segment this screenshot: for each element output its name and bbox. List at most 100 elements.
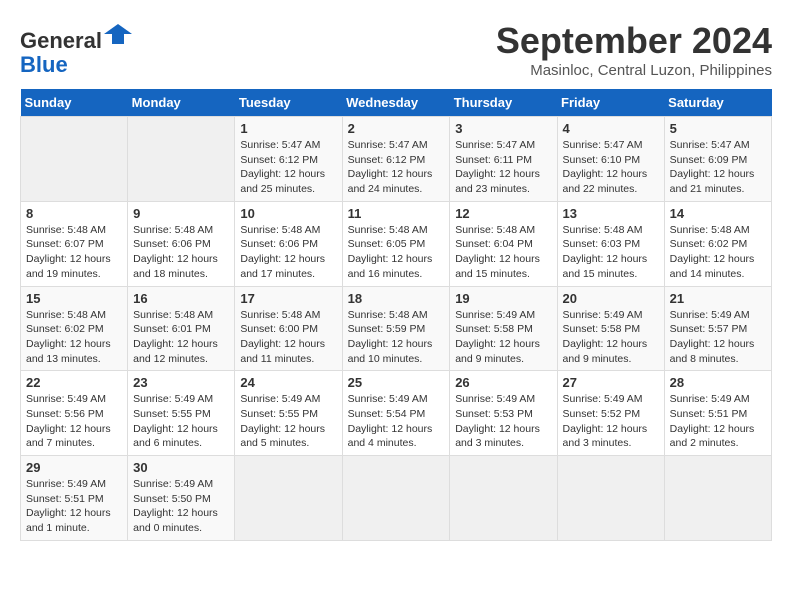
day-number: 23 <box>133 375 229 390</box>
day-detail: Sunrise: 5:49 AMSunset: 5:55 PMDaylight:… <box>133 393 218 449</box>
calendar-week-row: 22 Sunrise: 5:49 AMSunset: 5:56 PMDaylig… <box>21 371 772 456</box>
day-detail: Sunrise: 5:48 AMSunset: 6:03 PMDaylight:… <box>563 224 648 280</box>
weekday-header: Wednesday <box>342 89 450 117</box>
month-title: September 2024 <box>496 20 772 62</box>
table-row: 13 Sunrise: 5:48 AMSunset: 6:03 PMDaylig… <box>557 201 664 286</box>
table-row: 27 Sunrise: 5:49 AMSunset: 5:52 PMDaylig… <box>557 371 664 456</box>
day-detail: Sunrise: 5:48 AMSunset: 6:02 PMDaylight:… <box>670 224 755 280</box>
page-header: General Blue September 2024 Masinloc, Ce… <box>20 20 772 79</box>
day-detail: Sunrise: 5:49 AMSunset: 5:51 PMDaylight:… <box>670 393 755 449</box>
day-number: 5 <box>670 121 766 136</box>
day-number: 10 <box>240 206 336 221</box>
day-detail: Sunrise: 5:47 AMSunset: 6:10 PMDaylight:… <box>563 139 648 195</box>
day-detail: Sunrise: 5:47 AMSunset: 6:12 PMDaylight:… <box>348 139 433 195</box>
table-row: 23 Sunrise: 5:49 AMSunset: 5:55 PMDaylig… <box>128 371 235 456</box>
day-number: 26 <box>455 375 551 390</box>
day-detail: Sunrise: 5:49 AMSunset: 5:55 PMDaylight:… <box>240 393 325 449</box>
day-detail: Sunrise: 5:48 AMSunset: 6:07 PMDaylight:… <box>26 224 111 280</box>
table-row: 15 Sunrise: 5:48 AMSunset: 6:02 PMDaylig… <box>21 286 128 371</box>
weekday-header: Sunday <box>21 89 128 117</box>
day-detail: Sunrise: 5:49 AMSunset: 5:56 PMDaylight:… <box>26 393 111 449</box>
weekday-header: Saturday <box>664 89 771 117</box>
table-row: 4 Sunrise: 5:47 AMSunset: 6:10 PMDayligh… <box>557 117 664 202</box>
day-number: 16 <box>133 291 229 306</box>
logo-bird-icon <box>104 20 132 48</box>
day-detail: Sunrise: 5:48 AMSunset: 6:05 PMDaylight:… <box>348 224 433 280</box>
day-number: 4 <box>563 121 659 136</box>
calendar-table: SundayMondayTuesdayWednesdayThursdayFrid… <box>20 89 772 541</box>
day-number: 19 <box>455 291 551 306</box>
day-detail: Sunrise: 5:49 AMSunset: 5:58 PMDaylight:… <box>455 309 540 365</box>
day-detail: Sunrise: 5:47 AMSunset: 6:12 PMDaylight:… <box>240 139 325 195</box>
calendar-week-row: 1 Sunrise: 5:47 AMSunset: 6:12 PMDayligh… <box>21 117 772 202</box>
day-number: 2 <box>348 121 445 136</box>
calendar-week-row: 29 Sunrise: 5:49 AMSunset: 5:51 PMDaylig… <box>21 456 772 541</box>
day-number: 3 <box>455 121 551 136</box>
day-number: 27 <box>563 375 659 390</box>
table-row: 25 Sunrise: 5:49 AMSunset: 5:54 PMDaylig… <box>342 371 450 456</box>
day-number: 11 <box>348 206 445 221</box>
day-number: 17 <box>240 291 336 306</box>
day-number: 21 <box>670 291 766 306</box>
day-number: 18 <box>348 291 445 306</box>
table-row: 1 Sunrise: 5:47 AMSunset: 6:12 PMDayligh… <box>235 117 342 202</box>
table-row: 14 Sunrise: 5:48 AMSunset: 6:02 PMDaylig… <box>664 201 771 286</box>
weekday-header: Monday <box>128 89 235 117</box>
day-detail: Sunrise: 5:48 AMSunset: 6:06 PMDaylight:… <box>240 224 325 280</box>
title-block: September 2024 Masinloc, Central Luzon, … <box>496 20 772 79</box>
day-detail: Sunrise: 5:47 AMSunset: 6:11 PMDaylight:… <box>455 139 540 195</box>
table-row: 2 Sunrise: 5:47 AMSunset: 6:12 PMDayligh… <box>342 117 450 202</box>
weekday-header: Tuesday <box>235 89 342 117</box>
day-number: 29 <box>26 460 122 475</box>
table-row: 28 Sunrise: 5:49 AMSunset: 5:51 PMDaylig… <box>664 371 771 456</box>
calendar-week-row: 15 Sunrise: 5:48 AMSunset: 6:02 PMDaylig… <box>21 286 772 371</box>
day-detail: Sunrise: 5:48 AMSunset: 5:59 PMDaylight:… <box>348 309 433 365</box>
day-detail: Sunrise: 5:49 AMSunset: 5:54 PMDaylight:… <box>348 393 433 449</box>
day-detail: Sunrise: 5:48 AMSunset: 6:02 PMDaylight:… <box>26 309 111 365</box>
table-row: 18 Sunrise: 5:48 AMSunset: 5:59 PMDaylig… <box>342 286 450 371</box>
day-detail: Sunrise: 5:48 AMSunset: 6:01 PMDaylight:… <box>133 309 218 365</box>
table-row: 20 Sunrise: 5:49 AMSunset: 5:58 PMDaylig… <box>557 286 664 371</box>
calendar-header: SundayMondayTuesdayWednesdayThursdayFrid… <box>21 89 772 117</box>
logo-blue: Blue <box>20 52 68 77</box>
table-row: 30 Sunrise: 5:49 AMSunset: 5:50 PMDaylig… <box>128 456 235 541</box>
table-row: 9 Sunrise: 5:48 AMSunset: 6:06 PMDayligh… <box>128 201 235 286</box>
day-detail: Sunrise: 5:49 AMSunset: 5:57 PMDaylight:… <box>670 309 755 365</box>
table-row: 19 Sunrise: 5:49 AMSunset: 5:58 PMDaylig… <box>450 286 557 371</box>
table-row: 16 Sunrise: 5:48 AMSunset: 6:01 PMDaylig… <box>128 286 235 371</box>
day-detail: Sunrise: 5:47 AMSunset: 6:09 PMDaylight:… <box>670 139 755 195</box>
day-number: 28 <box>670 375 766 390</box>
table-row <box>128 117 235 202</box>
table-row <box>342 456 450 541</box>
day-number: 9 <box>133 206 229 221</box>
table-row <box>235 456 342 541</box>
day-detail: Sunrise: 5:49 AMSunset: 5:52 PMDaylight:… <box>563 393 648 449</box>
weekday-header: Thursday <box>450 89 557 117</box>
table-row: 29 Sunrise: 5:49 AMSunset: 5:51 PMDaylig… <box>21 456 128 541</box>
table-row: 21 Sunrise: 5:49 AMSunset: 5:57 PMDaylig… <box>664 286 771 371</box>
calendar-body: 1 Sunrise: 5:47 AMSunset: 6:12 PMDayligh… <box>21 117 772 541</box>
table-row: 10 Sunrise: 5:48 AMSunset: 6:06 PMDaylig… <box>235 201 342 286</box>
table-row: 3 Sunrise: 5:47 AMSunset: 6:11 PMDayligh… <box>450 117 557 202</box>
day-number: 14 <box>670 206 766 221</box>
day-number: 20 <box>563 291 659 306</box>
day-number: 22 <box>26 375 122 390</box>
day-number: 8 <box>26 206 122 221</box>
table-row: 24 Sunrise: 5:49 AMSunset: 5:55 PMDaylig… <box>235 371 342 456</box>
day-detail: Sunrise: 5:48 AMSunset: 6:06 PMDaylight:… <box>133 224 218 280</box>
table-row: 17 Sunrise: 5:48 AMSunset: 6:00 PMDaylig… <box>235 286 342 371</box>
table-row <box>557 456 664 541</box>
table-row: 5 Sunrise: 5:47 AMSunset: 6:09 PMDayligh… <box>664 117 771 202</box>
logo-general: General <box>20 28 102 53</box>
day-number: 30 <box>133 460 229 475</box>
day-detail: Sunrise: 5:49 AMSunset: 5:51 PMDaylight:… <box>26 478 111 534</box>
location-title: Masinloc, Central Luzon, Philippines <box>496 62 772 79</box>
calendar-week-row: 8 Sunrise: 5:48 AMSunset: 6:07 PMDayligh… <box>21 201 772 286</box>
day-number: 25 <box>348 375 445 390</box>
day-number: 1 <box>240 121 336 136</box>
table-row <box>664 456 771 541</box>
day-detail: Sunrise: 5:48 AMSunset: 6:00 PMDaylight:… <box>240 309 325 365</box>
table-row: 26 Sunrise: 5:49 AMSunset: 5:53 PMDaylig… <box>450 371 557 456</box>
day-detail: Sunrise: 5:49 AMSunset: 5:53 PMDaylight:… <box>455 393 540 449</box>
logo: General Blue <box>20 20 132 77</box>
